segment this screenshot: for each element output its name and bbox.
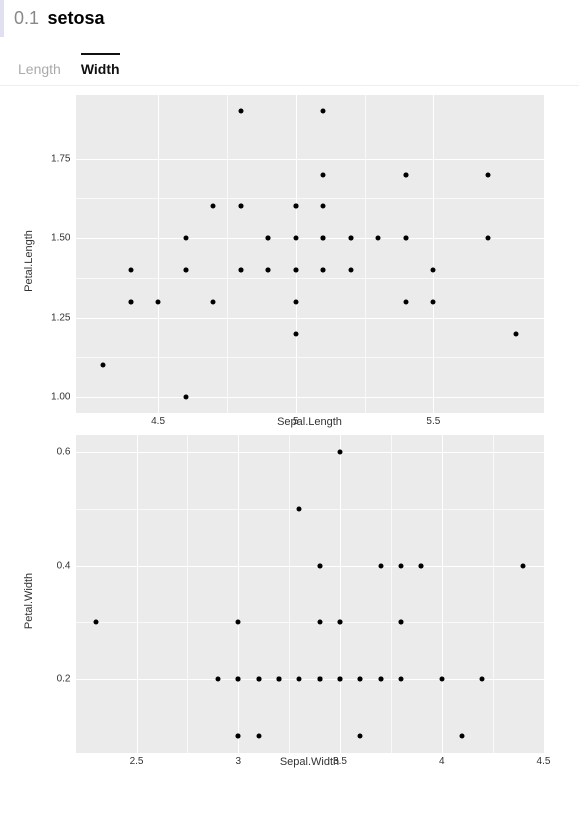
tick-y: 1.75 <box>51 153 75 164</box>
data-point <box>486 172 491 177</box>
plot-0: 4.555.51.001.251.501.75 <box>75 94 545 414</box>
data-point <box>358 733 363 738</box>
tick-y: 1.00 <box>51 392 75 403</box>
xlabel-0: Sepal.Length <box>75 414 545 428</box>
data-point <box>266 236 271 241</box>
data-point <box>321 267 326 272</box>
data-point <box>419 563 424 568</box>
tick-y: 1.50 <box>51 233 75 244</box>
data-point <box>321 172 326 177</box>
data-point <box>101 363 106 368</box>
chart-area: Petal.Length 4.555.51.001.251.501.75 Sep… <box>0 86 579 768</box>
data-point <box>256 677 261 682</box>
tick-x: 2.5 <box>130 753 144 767</box>
plot-1: 2.533.544.50.20.40.6 <box>75 434 545 754</box>
data-point <box>348 267 353 272</box>
data-point <box>460 733 465 738</box>
data-point <box>486 236 491 241</box>
data-point <box>338 450 343 455</box>
data-point <box>211 299 216 304</box>
data-point <box>439 677 444 682</box>
data-point <box>338 620 343 625</box>
xlabel-1: Sepal.Width <box>75 754 545 768</box>
data-point <box>431 267 436 272</box>
tick-y: 1.25 <box>51 312 75 323</box>
data-point <box>403 236 408 241</box>
ylabel-0: Petal.Length <box>23 230 35 292</box>
data-point <box>238 204 243 209</box>
data-point <box>183 236 188 241</box>
section-title: setosa <box>47 8 104 28</box>
tabs: Length Width <box>0 37 579 86</box>
data-point <box>276 677 281 682</box>
data-point <box>236 733 241 738</box>
data-point <box>93 620 98 625</box>
tick-y: 0.2 <box>57 674 76 685</box>
data-point <box>293 331 298 336</box>
tick-y: 0.6 <box>57 447 76 458</box>
tick-x: 3 <box>236 753 242 767</box>
data-point <box>317 620 322 625</box>
data-point <box>238 108 243 113</box>
tick-y: 0.4 <box>57 560 76 571</box>
data-point <box>256 733 261 738</box>
chart-petal-length: Petal.Length 4.555.51.001.251.501.75 Sep… <box>35 94 545 428</box>
tick-x: 4 <box>439 753 445 767</box>
data-point <box>480 677 485 682</box>
tick-x: 4.5 <box>151 413 165 427</box>
data-point <box>128 267 133 272</box>
data-point <box>266 267 271 272</box>
data-point <box>183 395 188 400</box>
tab-width[interactable]: Width <box>81 53 120 85</box>
tick-x: 4.5 <box>537 753 551 767</box>
data-point <box>293 204 298 209</box>
ylabel-1: Petal.Width <box>23 573 35 629</box>
data-point <box>358 677 363 682</box>
tick-x: 5.5 <box>426 413 440 427</box>
data-point <box>236 620 241 625</box>
data-point <box>403 299 408 304</box>
section-header: 0.1 setosa <box>0 0 579 37</box>
data-point <box>399 677 404 682</box>
data-point <box>399 620 404 625</box>
data-point <box>403 172 408 177</box>
data-point <box>378 677 383 682</box>
data-point <box>348 236 353 241</box>
data-point <box>297 506 302 511</box>
data-point <box>317 677 322 682</box>
data-point <box>338 677 343 682</box>
tick-x: 3.5 <box>333 753 347 767</box>
data-point <box>378 563 383 568</box>
data-point <box>236 677 241 682</box>
data-point <box>211 204 216 209</box>
data-point <box>376 236 381 241</box>
data-point <box>513 331 518 336</box>
data-point <box>215 677 220 682</box>
data-point <box>399 563 404 568</box>
tick-x: 5 <box>293 413 299 427</box>
data-point <box>521 563 526 568</box>
data-point <box>293 236 298 241</box>
data-point <box>431 299 436 304</box>
data-point <box>317 563 322 568</box>
data-point <box>321 108 326 113</box>
data-point <box>321 204 326 209</box>
data-point <box>293 267 298 272</box>
data-point <box>297 677 302 682</box>
data-point <box>156 299 161 304</box>
data-point <box>321 236 326 241</box>
data-point <box>183 267 188 272</box>
tab-length[interactable]: Length <box>18 53 61 85</box>
data-point <box>128 299 133 304</box>
data-point <box>293 299 298 304</box>
chart-petal-width: Petal.Width 2.533.544.50.20.40.6 Sepal.W… <box>35 434 545 768</box>
section-number: 0.1 <box>14 8 39 28</box>
data-point <box>238 267 243 272</box>
